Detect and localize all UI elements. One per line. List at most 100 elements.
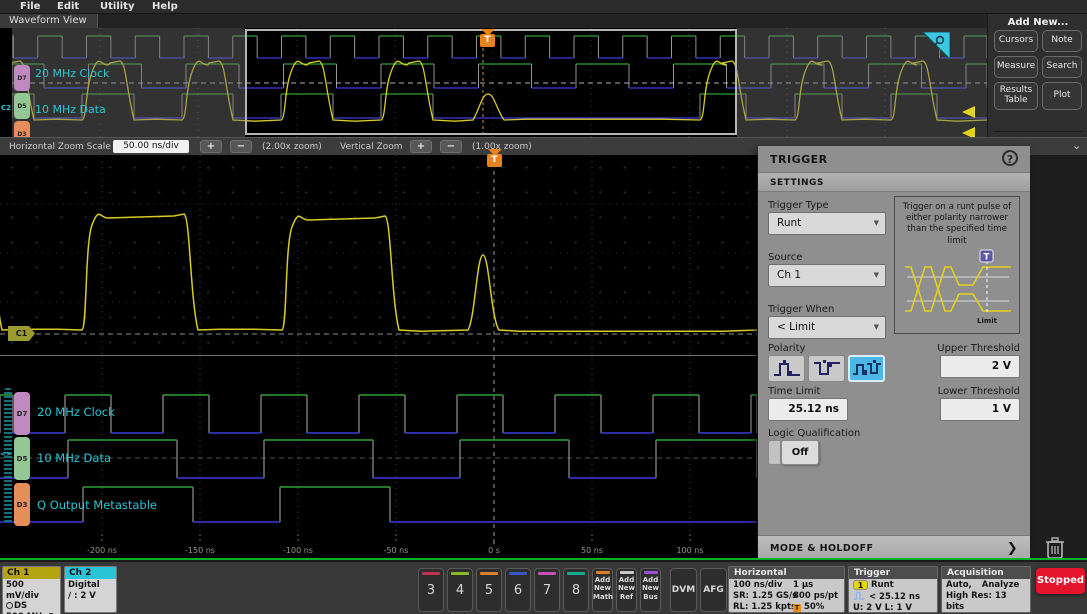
overview-c2-marker[interactable]: C2 [1, 104, 11, 112]
acq-resolution: High Res: 13 bits [946, 591, 1007, 613]
main-trigger-marker[interactable]: T [487, 149, 502, 167]
overview-badge-d7[interactable]: D7 [14, 65, 30, 91]
channel-5-label: 5 [484, 583, 494, 598]
polarity-either-button[interactable] [848, 355, 885, 382]
mode-holdoff-section[interactable]: MODE & HOLDOFF ❯ [758, 535, 1030, 560]
polarity-negative-button[interactable] [808, 355, 845, 382]
trigger-source-badge: 1 [853, 580, 868, 590]
ch2-badge[interactable]: Ch 2 Digital ∕ : 2 V [64, 566, 117, 613]
upper-threshold-label: Upper Threshold [937, 343, 1020, 354]
trigger-when-value: < Limit [777, 321, 816, 333]
trigger-status-panel[interactable]: Trigger 1 Runt < 25.12 ns U: 2 V L: 1 V [848, 566, 938, 613]
stopped-button[interactable]: Stopped [1036, 568, 1085, 594]
add-math-label: Add New Math [593, 575, 614, 602]
help-icon[interactable]: ? [1002, 150, 1018, 166]
ch1-scale: 500 mV/div [6, 580, 40, 601]
trigger-type-value: Runt [777, 217, 802, 229]
add-results-table-button[interactable]: Results Table [994, 82, 1038, 110]
trigger-info-box: Trigger on a runt pulse of either polari… [894, 196, 1020, 334]
trigger-source-dropdown[interactable]: Ch 1 ▼ [768, 264, 886, 287]
add-new-ref-button[interactable]: Add New Ref [616, 568, 637, 612]
channel-5-button[interactable]: 5 [476, 568, 502, 612]
v-zoom-plus-button[interactable]: + [410, 140, 432, 153]
channel-6-label: 6 [513, 583, 523, 598]
ch1-badge[interactable]: Ch 1 500 mV/div DS 500 MHz [2, 566, 61, 614]
menu-utility[interactable]: Utility [100, 1, 134, 12]
main-waveform-view[interactable]: C1 <> D7 D5 D3 20 MHz Clock 10 MHz Data … [0, 149, 757, 558]
waveform-overview[interactable]: D7 D5 D3 20 MHz Clock 10 MHz Data Q Outp… [0, 28, 987, 162]
trash-icon[interactable] [1044, 536, 1066, 560]
menu-edit[interactable]: Edit [57, 1, 79, 12]
h-zoom-scale-label: Horizontal Zoom Scale [9, 142, 111, 152]
chevron-down-icon: ▼ [873, 323, 879, 331]
digital-c2-marker[interactable]: <> [0, 450, 12, 458]
add-measure-button[interactable]: Measure [994, 56, 1038, 78]
h-samplerate: SR: 1.25 GS/s [733, 591, 798, 601]
collapse-chevron-icon[interactable]: ⌄ [1072, 139, 1081, 152]
add-new-bus-button[interactable]: Add New Bus [640, 568, 661, 612]
digital-badge-d5[interactable]: D5 [14, 437, 30, 480]
trigger-source-label: Source [768, 252, 803, 263]
polarity-positive-button[interactable] [768, 355, 805, 382]
add-cursors-button[interactable]: Cursors [994, 30, 1038, 52]
ref-color-stripe [619, 571, 634, 574]
afg-button[interactable]: AFG [700, 568, 727, 612]
digital-badge-d7[interactable]: D7 [14, 392, 30, 435]
ch5-color-stripe [480, 572, 498, 575]
add-note-button[interactable]: Note [1042, 30, 1082, 52]
h-zoom-scale-value[interactable]: 50.00 ns/div [113, 140, 189, 153]
mode-holdoff-label: MODE & HOLDOFF [770, 543, 874, 554]
horizontal-status-panel[interactable]: Horizontal 100 ns/div 1 µs SR: 1.25 GS/s… [728, 566, 845, 613]
channel-6-button[interactable]: 6 [505, 568, 531, 612]
main-axis-tick: -150 ns [185, 546, 215, 555]
add-new-math-button[interactable]: Add New Math [592, 568, 613, 612]
time-limit-input[interactable]: 25.12 ns [768, 398, 848, 421]
main-axis-tick: -200 ns [87, 546, 117, 555]
acquisition-status-panel[interactable]: Acquisition Auto, Analyze High Res: 13 bi… [941, 566, 1031, 613]
trigger-levels: U: 2 V L: 1 V [853, 603, 912, 613]
logic-qualification-toggle[interactable] [768, 440, 781, 465]
digital-badge-d3[interactable]: D3 [14, 483, 30, 526]
digital-waveform-svg [0, 356, 757, 544]
trigger-when-label: Trigger When [768, 304, 835, 315]
position-marker-icon: T [793, 604, 801, 612]
diagram-t-marker: T [984, 252, 990, 262]
trigger-type-dropdown[interactable]: Runt ▼ [768, 212, 886, 235]
menu-help[interactable]: Help [152, 1, 178, 12]
add-bus-label: Add New Bus [641, 575, 660, 602]
status-bar: Ch 1 500 mV/div DS 500 MHz Ch 2 Digital … [0, 560, 1087, 614]
overview-trigger-marker[interactable]: T [480, 29, 495, 47]
lower-threshold-input[interactable]: 1 V [940, 398, 1020, 421]
menu-file[interactable]: File [20, 1, 40, 12]
zoom-overview-icon[interactable] [923, 32, 950, 59]
upper-threshold-arrow-icon[interactable] [962, 106, 975, 118]
overview-badge-d5[interactable]: D5 [14, 93, 30, 119]
channel-3-label: 3 [426, 583, 436, 598]
logic-qualification-off-button[interactable]: Off [781, 440, 819, 465]
upper-threshold-input[interactable]: 2 V [940, 355, 1020, 378]
channel-7-button[interactable]: 7 [534, 568, 560, 612]
channel-8-button[interactable]: 8 [563, 568, 589, 612]
horizontal-title: Horizontal [729, 567, 844, 579]
ch4-color-stripe [451, 572, 469, 575]
v-zoom-minus-button[interactable]: − [440, 140, 462, 153]
main-axis-tick: -50 ns [383, 546, 409, 555]
add-plot-button[interactable]: Plot [1042, 82, 1082, 110]
bus-color-stripe [643, 571, 658, 574]
trigger-info-text: Trigger on a runt pulse of either polari… [902, 202, 1012, 246]
h-zoom-plus-button[interactable]: + [200, 140, 222, 153]
lower-threshold-label: Lower Threshold [937, 386, 1020, 397]
ch1-name: Ch 1 [3, 567, 60, 579]
runt-glyph-icon [854, 591, 865, 600]
channel-4-button[interactable]: 4 [447, 568, 473, 612]
channel-3-button[interactable]: 3 [418, 568, 444, 612]
tab-waveform-view[interactable]: Waveform View [0, 14, 98, 28]
polarity-label: Polarity [768, 343, 806, 354]
ch1-probe: DS [6, 601, 57, 612]
dvm-button[interactable]: DVM [670, 568, 697, 612]
ch2-mode: Digital [68, 580, 100, 590]
add-search-button[interactable]: Search [1042, 56, 1082, 78]
h-zoom-minus-button[interactable]: − [230, 140, 252, 153]
trigger-when-dropdown[interactable]: < Limit ▼ [768, 316, 886, 339]
ch6-color-stripe [509, 572, 527, 575]
